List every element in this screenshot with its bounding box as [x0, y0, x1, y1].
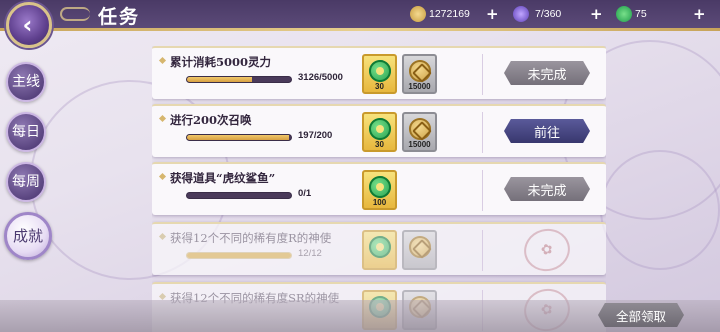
- divider: [482, 170, 483, 211]
- reward-jade[interactable]: 30: [362, 54, 397, 94]
- coin-add-button[interactable]: +: [486, 4, 500, 24]
- progress-bar: [186, 134, 292, 141]
- bullet-icon: [158, 114, 167, 123]
- tab-label: 每周: [12, 173, 40, 190]
- bullet-icon: [158, 292, 167, 301]
- jade-add-button[interactable]: +: [693, 4, 707, 24]
- progress-bar: [186, 76, 292, 83]
- reward-qty: 30: [375, 140, 384, 149]
- progress-text: 197/200: [298, 130, 333, 141]
- tab-label: 主线: [12, 73, 40, 90]
- coin-icon: [410, 6, 426, 22]
- reward-qty: 30: [375, 82, 384, 91]
- task-name: 获得12个不同的稀有度R的神使: [170, 231, 332, 245]
- reward-coin[interactable]: 15000: [402, 54, 437, 94]
- progress-fill: [187, 135, 290, 140]
- task-row: 获得12个不同的稀有度R的神使 12/12 ✿: [152, 222, 606, 277]
- title-ornament: [60, 7, 90, 21]
- jade-icon: [616, 6, 632, 22]
- task-row: 进行200次召唤 197/200 30 15000 前往: [152, 104, 606, 157]
- tab-label: 成就: [13, 226, 44, 245]
- task-name: 获得道具“虎纹鲨鱼”: [170, 171, 276, 185]
- back-button[interactable]: ‹: [6, 2, 52, 48]
- spirit-flame-icon: [513, 6, 529, 22]
- spirit-add-button[interactable]: +: [590, 4, 604, 24]
- reward-jade: [362, 230, 397, 270]
- background-ring: [600, 150, 720, 270]
- task-row: 累计消耗5000灵力 3126/5000 30 15000 未完成: [152, 46, 606, 99]
- jade-icon: [368, 176, 391, 198]
- divider: [482, 230, 483, 271]
- jade-icon: [368, 60, 391, 82]
- reward-coin[interactable]: 15000: [402, 112, 437, 152]
- bullet-icon: [158, 56, 167, 65]
- task-row: 获得道具“虎纹鲨鱼” 0/1 100 未完成: [152, 162, 606, 215]
- tab-daily[interactable]: 每日: [6, 112, 46, 152]
- go-button[interactable]: 前往: [504, 119, 590, 143]
- reward-jade[interactable]: 30: [362, 112, 397, 152]
- task-name: 进行200次召唤: [170, 113, 252, 127]
- tab-weekly[interactable]: 每周: [6, 162, 46, 202]
- progress-text: 12/12: [298, 248, 322, 259]
- task-name: 累计消耗5000灵力: [170, 55, 272, 69]
- reward-qty: 15000: [408, 140, 431, 149]
- tab-main-quest[interactable]: 主线: [6, 62, 46, 102]
- bullet-icon: [158, 172, 167, 181]
- progress-text: 3126/5000: [298, 72, 343, 83]
- progress-fill: [187, 253, 291, 258]
- coin-icon: [408, 118, 431, 140]
- jade-icon: [368, 236, 391, 258]
- divider: [482, 54, 483, 95]
- progress-fill: [187, 77, 252, 82]
- incomplete-button[interactable]: 未完成: [504, 61, 590, 85]
- page-title: 任务: [98, 6, 141, 28]
- tab-achievement[interactable]: 成就: [4, 212, 52, 260]
- reward-qty: 15000: [408, 82, 431, 91]
- progress-bar: [186, 192, 292, 199]
- reward-coin: [402, 230, 437, 270]
- task-list[interactable]: 累计消耗5000灵力 3126/5000 30 15000 未完成 进行200次…: [152, 46, 606, 332]
- coin-value: 1272169: [429, 8, 470, 20]
- spirit-value: 7/360: [535, 8, 562, 20]
- incomplete-button[interactable]: 未完成: [504, 177, 590, 201]
- progress-bar: [186, 252, 292, 259]
- jade-icon: [368, 118, 391, 140]
- jade-value: 75: [635, 8, 647, 20]
- claim-all-button[interactable]: 全部领取: [598, 303, 684, 327]
- bullet-icon: [158, 232, 167, 241]
- progress-text: 0/1: [298, 188, 312, 199]
- divider: [482, 112, 483, 153]
- coin-icon: [408, 236, 431, 258]
- reward-jade[interactable]: 100: [362, 170, 397, 210]
- coin-icon: [408, 60, 431, 82]
- tab-label: 每日: [12, 123, 40, 140]
- claimed-stamp-icon: ✿: [519, 223, 575, 277]
- back-arrow-icon: ‹: [22, 11, 33, 39]
- reward-qty: 100: [372, 198, 387, 207]
